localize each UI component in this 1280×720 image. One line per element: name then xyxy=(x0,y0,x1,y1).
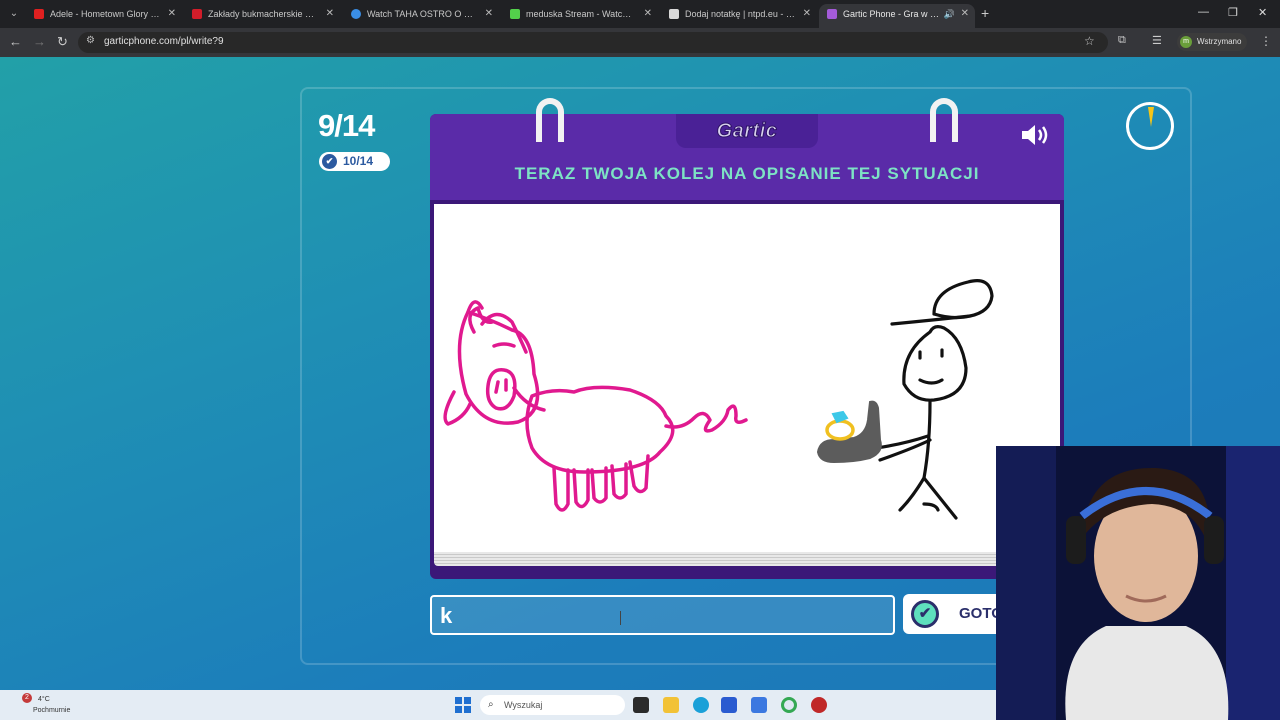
profile-status: Wstrzymano xyxy=(1197,37,1242,46)
tab-title: Watch TAHA OSTRO O PAJALO xyxy=(367,9,477,19)
windows-start-icon[interactable] xyxy=(455,697,471,713)
url-text: garticphone.com/pl/write?9 xyxy=(104,36,224,47)
binder-ring-icon xyxy=(930,98,958,142)
diamond-ring-drawing xyxy=(825,410,855,441)
close-tab-icon[interactable]: ✕ xyxy=(961,4,969,24)
site-icon xyxy=(351,9,361,19)
close-window-icon[interactable]: ✕ xyxy=(1258,6,1267,19)
tab-watch-taha[interactable]: Watch TAHA OSTRO O PAJALO ✕ xyxy=(343,4,499,28)
close-tab-icon[interactable]: ✕ xyxy=(485,4,493,24)
forward-icon[interactable]: → xyxy=(33,34,46,50)
pig-drawing xyxy=(443,300,748,512)
check-icon: ✔ xyxy=(911,600,939,628)
close-tab-icon[interactable]: ✕ xyxy=(168,4,176,24)
stick-figure-drawing xyxy=(874,279,994,520)
reload-icon[interactable]: ↻ xyxy=(57,34,68,50)
tab-meduska[interactable]: meduska Stream - Watch Live o ✕ xyxy=(502,4,658,28)
gartic-logo: Gartic xyxy=(716,120,778,143)
task-view-icon[interactable] xyxy=(633,697,649,713)
back-icon[interactable]: ← xyxy=(9,34,22,50)
weather-description: Pochmurnie xyxy=(33,707,71,714)
notification-badge: 2 xyxy=(22,693,32,703)
tab-gartic[interactable]: Gartic Phone - Gra w głuch 🔊 ✕ xyxy=(819,4,975,28)
reading-list-icon[interactable]: ☰ xyxy=(1152,34,1162,47)
kick-icon xyxy=(510,9,520,19)
webcam-overlay xyxy=(996,446,1280,720)
tab-adele[interactable]: Adele - Hometown Glory (Offic ✕ xyxy=(26,4,182,28)
instruction-text: TERAZ TWOJA KOLEJ NA OPISANIE TEJ SYTUAC… xyxy=(514,164,980,183)
sketchbook: Gartic TERAZ TWOJA KOLEJ NA OPISANIE TEJ… xyxy=(430,98,1064,579)
gartic-icon xyxy=(827,9,837,19)
extensions-icon[interactable]: ⧉ xyxy=(1118,34,1126,47)
tab-search-icon[interactable]: ⌄ xyxy=(6,6,22,22)
tab-title: Adele - Hometown Glory (Offic xyxy=(50,9,160,19)
edge-icon[interactable] xyxy=(693,697,709,713)
avatar: m xyxy=(1180,36,1192,48)
taskbar-search[interactable]: ⌕ Wyszukaj xyxy=(480,695,625,715)
browser-menu-icon[interactable]: ⋮ xyxy=(1260,34,1272,48)
chrome-icon[interactable] xyxy=(781,697,797,713)
timer-icon xyxy=(1126,102,1174,150)
tab-title: meduska Stream - Watch Live o xyxy=(526,9,636,19)
minimize-icon[interactable]: — xyxy=(1198,6,1209,18)
tab-audio-icon[interactable]: 🔊 xyxy=(944,4,955,24)
drawing-canvas xyxy=(434,204,1060,552)
tab-ntpd[interactable]: Dodaj notatkę | ntpd.eu - notat ✕ xyxy=(661,4,817,28)
tab-strip: ⌄ Adele - Hometown Glory (Offic ✕ Zakład… xyxy=(0,0,1280,28)
volume-icon[interactable] xyxy=(1020,122,1054,148)
tab-betclic[interactable]: Zakłady bukmacherskie Betclic ✕ xyxy=(184,4,340,28)
tab-title: Gartic Phone - Gra w głuch xyxy=(843,9,941,19)
check-icon: ✔ xyxy=(322,154,337,169)
close-tab-icon[interactable]: ✕ xyxy=(326,4,334,24)
drawing xyxy=(443,279,994,520)
app-icon[interactable] xyxy=(751,697,767,713)
close-tab-icon[interactable]: ✕ xyxy=(644,4,652,24)
file-explorer-icon[interactable] xyxy=(663,697,679,713)
text-cursor-icon xyxy=(620,611,624,625)
profile-button[interactable]: m Wstrzymano xyxy=(1177,33,1247,51)
windows-taskbar: 2 4°C Pochmurnie ⌕ Wyszukaj xyxy=(0,690,996,720)
site-info-icon[interactable]: ⚙ xyxy=(86,35,95,46)
restore-icon[interactable]: ❐ xyxy=(1228,6,1238,19)
done-count: 10/14 xyxy=(343,154,374,168)
tab-title: Dodaj notatkę | ntpd.eu - notat xyxy=(685,9,795,19)
new-tab-button[interactable]: + xyxy=(981,6,989,20)
binder-ring-icon xyxy=(536,98,564,142)
document-icon xyxy=(669,9,679,19)
done-counter: ✔ 10/14 xyxy=(319,152,390,171)
store-icon[interactable] xyxy=(721,697,737,713)
bookmark-star-icon[interactable]: ☆ xyxy=(1084,34,1095,48)
streamer-camera xyxy=(996,446,1280,720)
close-tab-icon[interactable]: ✕ xyxy=(803,4,811,24)
round-counter: 9/14 xyxy=(318,108,375,143)
url-field[interactable]: ⚙ garticphone.com/pl/write?9 xyxy=(78,32,1108,53)
tab-title: Zakłady bukmacherskie Betclic xyxy=(208,9,318,19)
timer-progress xyxy=(1148,107,1154,127)
temperature: 4°C xyxy=(38,696,50,703)
search-placeholder: Wyszukaj xyxy=(504,700,543,710)
youtube-icon xyxy=(34,9,44,19)
betclic-icon xyxy=(192,9,202,19)
answer-field[interactable] xyxy=(430,595,895,635)
answer-input[interactable] xyxy=(440,601,880,631)
search-icon: ⌕ xyxy=(488,699,494,710)
app-icon[interactable] xyxy=(811,697,827,713)
page-edges xyxy=(434,552,1060,566)
